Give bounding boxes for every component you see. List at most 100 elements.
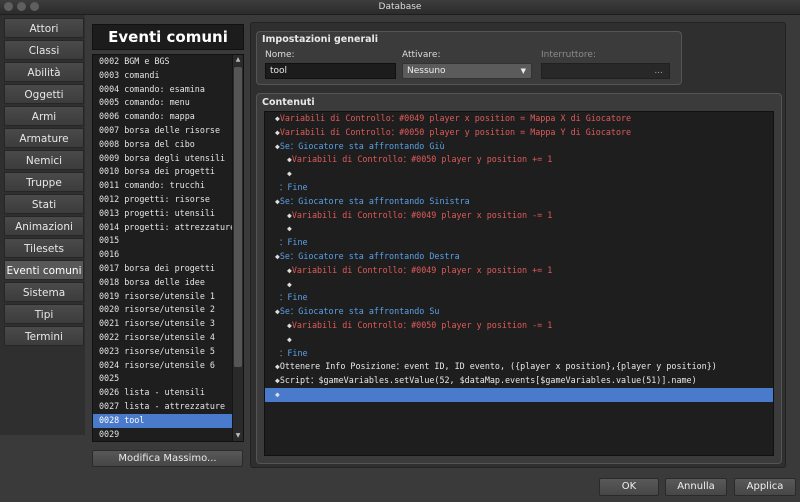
cancel-button[interactable]: Annulla bbox=[665, 478, 727, 496]
scrollbar-thumb[interactable] bbox=[234, 67, 242, 367]
command-row[interactable]: ◆Ottenere Info Posizione：event ID, ID ev… bbox=[265, 360, 773, 374]
command-row[interactable]: ◆Variabili di Controllo：#0050 player y p… bbox=[265, 126, 773, 140]
list-item[interactable]: 0025 bbox=[93, 372, 243, 386]
command-text: Variabili di Controllo：#0050 player y po… bbox=[291, 154, 553, 165]
list-item[interactable]: 0027 lista - attrezzature bbox=[93, 400, 243, 414]
command-row[interactable]: ◆Variabili di Controllo：#0049 player x p… bbox=[265, 112, 773, 126]
common-events-list[interactable]: 0002 BGM e BGS 0003 comandi 0004 comando: … bbox=[92, 54, 244, 442]
command-row[interactable]: ◆ bbox=[265, 167, 773, 181]
command-row[interactable]: ◆Script：$gameVariables.setValue(52, $dat… bbox=[265, 374, 773, 388]
scroll-down-arrow-icon[interactable]: ▼ bbox=[233, 431, 243, 441]
list-item[interactable]: 0010 borsa dei progetti bbox=[93, 165, 243, 179]
command-row[interactable]: ◆Se：Giocatore sta affrontando Sinistra bbox=[265, 195, 773, 209]
sidebar-item-tilesets[interactable]: Tilesets bbox=[4, 238, 84, 258]
sidebar-item-sistema[interactable]: Sistema bbox=[4, 282, 84, 302]
command-text: ：Fine bbox=[279, 237, 308, 248]
sidebar-item-stati[interactable]: Stati bbox=[4, 194, 84, 214]
sidebar-item-truppe[interactable]: Truppe bbox=[4, 172, 84, 192]
sidebar-item-abilit-[interactable]: Abilità bbox=[4, 62, 84, 82]
sidebar-item-nemici[interactable]: Nemici bbox=[4, 150, 84, 170]
command-text: Variabili di Controllo：#0050 player y po… bbox=[279, 126, 632, 137]
command-row[interactable]: ◆Se：Giocatore sta affrontando Giù bbox=[265, 140, 773, 154]
command-text: Script：$gameVariables.setValue(52, $data… bbox=[279, 375, 697, 386]
command-text: Se：Giocatore sta affrontando Sinistra bbox=[279, 195, 470, 206]
switch-picker: ... bbox=[541, 63, 670, 79]
command-row[interactable]: ◆ bbox=[265, 222, 773, 236]
apply-button[interactable]: Applica bbox=[734, 478, 796, 496]
sidebar-item-termini[interactable]: Termini bbox=[4, 326, 84, 346]
contents-title: Contenuti bbox=[262, 97, 315, 108]
diamond-marker-icon: ◆ bbox=[287, 169, 292, 179]
command-text: ：Fine bbox=[279, 292, 308, 303]
list-item[interactable]: 0023 risorse/utensile 5 bbox=[93, 345, 243, 359]
sidebar-item-oggetti[interactable]: Oggetti bbox=[4, 84, 84, 104]
command-row[interactable]: ◆Se：Giocatore sta affrontando Su bbox=[265, 305, 773, 319]
list-item[interactable]: 0028 tool bbox=[93, 413, 243, 428]
sidebar-item-armi[interactable]: Armi bbox=[4, 106, 84, 126]
list-item[interactable]: 0009 borsa degli utensili bbox=[93, 152, 243, 166]
command-row[interactable]: ：Fine bbox=[265, 236, 773, 250]
trigger-select-value: Nessuno bbox=[407, 66, 446, 76]
command-row[interactable]: ◆Variabili di Controllo：#0049 player x p… bbox=[265, 209, 773, 223]
change-maximum-button[interactable]: Modifica Massimo... bbox=[92, 450, 243, 467]
command-row[interactable]: ◆ bbox=[265, 387, 773, 402]
trigger-select[interactable]: Nessuno ▼ bbox=[402, 63, 532, 79]
command-text: Variabili di Controllo：#0049 player x po… bbox=[291, 264, 553, 275]
list-item[interactable]: 0018 borsa delle idee bbox=[93, 276, 243, 290]
window-title: Database bbox=[378, 2, 422, 12]
list-scrollbar[interactable]: ▲ ▼ bbox=[232, 55, 243, 441]
command-row[interactable]: ◆ bbox=[265, 278, 773, 292]
list-item[interactable]: 0022 risorse/utensile 4 bbox=[93, 331, 243, 345]
list-item[interactable]: 0003 comandi bbox=[93, 69, 243, 83]
name-input[interactable]: tool bbox=[265, 63, 396, 79]
list-item[interactable]: 0014 progetti: attrezzature bbox=[93, 221, 243, 235]
list-item[interactable]: 0029 bbox=[93, 428, 243, 441]
command-row[interactable]: ◆Variabili di Controllo：#0050 player y p… bbox=[265, 319, 773, 333]
list-item[interactable]: 0007 borsa delle risorse bbox=[93, 124, 243, 138]
command-row[interactable]: ◆Variabili di Controllo：#0049 player x p… bbox=[265, 264, 773, 278]
list-item[interactable]: 0016 bbox=[93, 248, 243, 262]
list-item[interactable]: 0020 risorse/utensile 2 bbox=[93, 303, 243, 317]
command-row[interactable]: ：Fine bbox=[265, 181, 773, 195]
command-text: Se：Giocatore sta affrontando Su bbox=[279, 306, 440, 317]
list-item[interactable]: 0013 progetti: utensili bbox=[93, 207, 243, 221]
name-label: Nome: bbox=[265, 50, 295, 60]
command-row[interactable]: ：Fine bbox=[265, 291, 773, 305]
trigger-label: Attivare: bbox=[402, 50, 441, 60]
list-item[interactable]: 0004 comando: esamina bbox=[93, 83, 243, 97]
list-item[interactable]: 0012 progetti: risorse bbox=[93, 193, 243, 207]
ok-button[interactable]: OK bbox=[599, 478, 659, 496]
list-item[interactable]: 0026 lista - utensili bbox=[93, 386, 243, 400]
list-item[interactable]: 0015 bbox=[93, 234, 243, 248]
sidebar-item-eventi-comuni[interactable]: Eventi comuni bbox=[4, 260, 84, 280]
list-item[interactable]: 0021 risorse/utensile 3 bbox=[93, 317, 243, 331]
sidebar-item-attori[interactable]: Attori bbox=[4, 18, 84, 38]
list-item[interactable]: 0008 borsa del cibo bbox=[93, 138, 243, 152]
list-item[interactable]: 0005 comando: menu bbox=[93, 96, 243, 110]
switch-label: Interruttore: bbox=[541, 50, 597, 60]
list-item[interactable]: 0019 risorse/utensile 1 bbox=[93, 290, 243, 304]
command-text: ：Fine bbox=[279, 347, 308, 358]
sidebar-item-animazioni[interactable]: Animazioni bbox=[4, 216, 84, 236]
sidebar-item-tipi[interactable]: Tipi bbox=[4, 304, 84, 324]
list-item[interactable]: 0024 risorse/utensile 6 bbox=[93, 359, 243, 373]
diamond-marker-icon: ◆ bbox=[287, 334, 292, 344]
command-text: Variabili di Controllo：#0050 player y po… bbox=[291, 319, 553, 330]
event-commands-list[interactable]: ◆ Variabili di Controllo：#0049 player x p… bbox=[264, 111, 774, 456]
list-item[interactable]: 0006 comando: mappa bbox=[93, 110, 243, 124]
list-title: Eventi comuni bbox=[92, 24, 244, 50]
window-titlebar: Database bbox=[0, 0, 800, 15]
list-item[interactable]: 0002 BGM e BGS bbox=[93, 55, 243, 69]
sidebar-item-armature[interactable]: Armature bbox=[4, 128, 84, 148]
list-item[interactable]: 0011 comando: trucchi bbox=[93, 179, 243, 193]
command-row[interactable]: ：Fine bbox=[265, 347, 773, 361]
command-row[interactable]: ◆Variabili di Controllo：#0050 player y p… bbox=[265, 153, 773, 167]
list-item[interactable]: 0017 borsa dei progetti bbox=[93, 262, 243, 276]
sidebar-item-classi[interactable]: Classi bbox=[4, 40, 84, 60]
command-text: Se：Giocatore sta affrontando Destra bbox=[279, 250, 460, 261]
command-row[interactable]: ◆ bbox=[265, 333, 773, 347]
command-row[interactable]: ◆Se：Giocatore sta affrontando Destra bbox=[265, 250, 773, 264]
diamond-marker-icon: ◆ bbox=[287, 224, 292, 234]
scroll-up-arrow-icon[interactable]: ▲ bbox=[233, 55, 243, 65]
general-settings-title: Impostazioni generali bbox=[262, 34, 379, 45]
